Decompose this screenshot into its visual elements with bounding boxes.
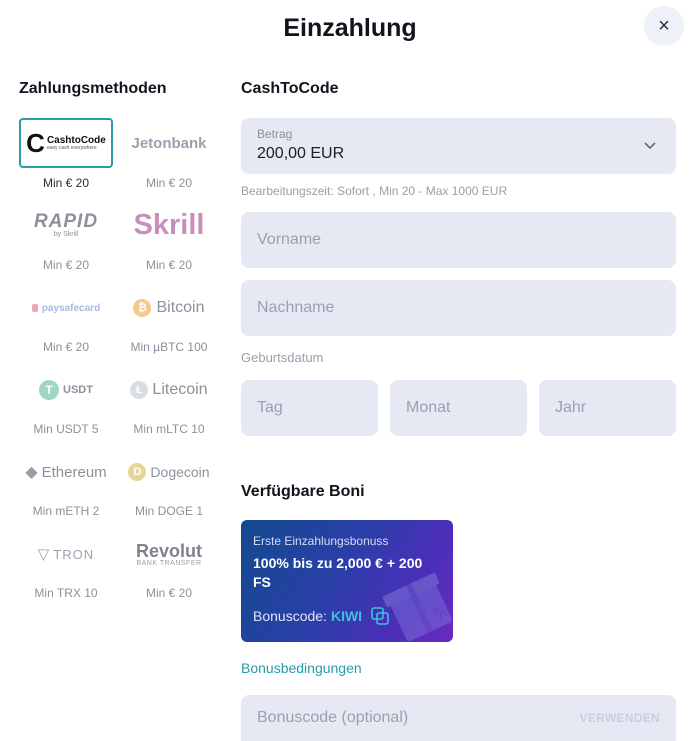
- tron-logo: TRON: [53, 546, 95, 562]
- cashtocode-tagline: easy cash everywhere: [46, 144, 97, 151]
- ethereum-icon: ◆: [25, 464, 38, 481]
- first-name-placeholder: Vorname: [257, 231, 322, 248]
- chevron-down-icon: [644, 142, 656, 150]
- amount-select[interactable]: Betrag 200,00 EUR: [241, 118, 676, 174]
- method-revolut[interactable]: Revolut BANK TRANSFER: [122, 529, 216, 579]
- bonus-card[interactable]: % Erste Einzahlungsbonuss 100% bis zu 2,…: [241, 520, 453, 642]
- usdt-logo: USDT: [63, 384, 93, 396]
- revolut-logo-text: Revolut: [135, 540, 202, 561]
- method-form-heading: CashToCode: [241, 80, 339, 97]
- tether-icon: T: [39, 380, 60, 400]
- bitcoin-icon: ₿: [133, 299, 152, 317]
- close-icon: ×: [658, 14, 670, 37]
- method-min: Min € 20: [145, 258, 193, 272]
- month-placeholder: Monat: [406, 399, 451, 416]
- method-ethereum[interactable]: ◆ Ethereum: [19, 447, 113, 497]
- last-name-placeholder: Nachname: [257, 299, 335, 316]
- dogecoin-logo: Dogecoin: [150, 464, 210, 480]
- paysafecard-logo: paysafecard: [41, 302, 101, 314]
- last-name-input[interactable]: Nachname: [241, 280, 676, 336]
- bitcoin-logo: Bitcoin: [156, 299, 205, 316]
- dogecoin-icon: D: [128, 463, 147, 481]
- ethereum-logo: Ethereum: [41, 463, 107, 481]
- amount-value: 200,00 EUR: [257, 145, 345, 162]
- method-bitcoin[interactable]: ₿ Bitcoin: [122, 283, 216, 333]
- bonus-code-placeholder: Bonuscode (optional): [257, 709, 409, 726]
- birth-day-input[interactable]: Tag: [241, 380, 378, 436]
- page-title: Einzahlung: [283, 14, 417, 42]
- rapid-logo-text: RAPID: [33, 211, 99, 232]
- method-skrill[interactable]: Skrill: [122, 200, 216, 250]
- revolut-logo: Revolut BANK TRANSFER: [136, 542, 202, 567]
- bonus-heading: Verfügbare Boni: [241, 483, 365, 500]
- processing-hint: Bearbeitungszeit: Sofort , Min 20 - Max …: [241, 184, 508, 198]
- close-button[interactable]: ×: [644, 6, 684, 46]
- method-min: Min USDT 5: [33, 422, 99, 436]
- method-min: Min € 20: [42, 258, 90, 272]
- birth-year-input[interactable]: Jahr: [539, 380, 676, 436]
- apply-bonus-button[interactable]: VERWENDEN: [580, 711, 661, 725]
- bonus-code-value: KIWI: [330, 608, 363, 624]
- method-min: Min µBTC 100: [130, 340, 208, 354]
- method-litecoin[interactable]: Ł Litecoin: [122, 365, 216, 415]
- method-min: Min € 20: [42, 340, 90, 354]
- revolut-sublogo: BANK TRANSFER: [136, 559, 202, 567]
- method-min: Min mLTC 10: [133, 422, 205, 436]
- method-jetonbank[interactable]: Jetonbank: [122, 118, 216, 168]
- method-min: Min DOGE 1: [134, 504, 203, 518]
- method-paysafecard[interactable]: paysafecard: [19, 283, 113, 333]
- method-min: Min € 20: [42, 176, 90, 190]
- bonus-code-row: Bonuscode: KIWI: [253, 606, 390, 626]
- year-placeholder: Jahr: [555, 399, 587, 416]
- litecoin-icon: Ł: [130, 381, 149, 399]
- method-min: Min € 20: [145, 586, 193, 600]
- skrill-logo: Skrill: [133, 208, 205, 241]
- method-min: Min TRX 10: [34, 586, 98, 600]
- method-dogecoin[interactable]: D Dogecoin: [122, 447, 216, 497]
- method-usdt[interactable]: T USDT: [19, 365, 113, 415]
- method-tron[interactable]: ▽ TRON: [19, 529, 113, 579]
- bonus-code-label: Bonuscode:: [253, 608, 327, 624]
- amount-label: Betrag: [257, 127, 293, 141]
- bonus-terms-link[interactable]: Bonusbedingungen: [241, 660, 362, 676]
- bonus-card-offer: 100% bis zu 2,000 € + 200 FS: [253, 555, 423, 590]
- birth-month-input[interactable]: Monat: [390, 380, 527, 436]
- tron-icon: ▽: [37, 546, 50, 563]
- payment-methods-heading: Zahlungsmethoden: [19, 80, 167, 97]
- copy-icon[interactable]: [370, 606, 390, 626]
- method-min: Min € 20: [145, 176, 193, 190]
- jetonbank-logo: Jetonbank: [131, 134, 207, 152]
- cashtocode-c-icon: C: [26, 128, 45, 158]
- method-cashtocode[interactable]: C CashtoCode easy cash everywhere: [19, 118, 113, 168]
- cashtocode-logo-text: CashtoCode: [46, 134, 106, 146]
- lock-icon: [31, 304, 38, 312]
- rapid-sublogo: by Skrill: [53, 231, 79, 238]
- method-min: Min mETH 2: [32, 504, 100, 518]
- bonus-card-title: Erste Einzahlungsbonuss: [253, 534, 389, 548]
- rapid-logo: RAPID by Skrill: [34, 212, 98, 238]
- day-placeholder: Tag: [257, 399, 283, 416]
- method-rapid[interactable]: RAPID by Skrill: [19, 200, 113, 250]
- litecoin-logo: Litecoin: [152, 381, 208, 398]
- cashtocode-logo: C CashtoCode easy cash everywhere: [26, 130, 106, 156]
- bonus-code-input[interactable]: Bonuscode (optional) VERWENDEN: [241, 695, 676, 741]
- first-name-input[interactable]: Vorname: [241, 212, 676, 268]
- birthdate-label: Geburtsdatum: [241, 350, 324, 365]
